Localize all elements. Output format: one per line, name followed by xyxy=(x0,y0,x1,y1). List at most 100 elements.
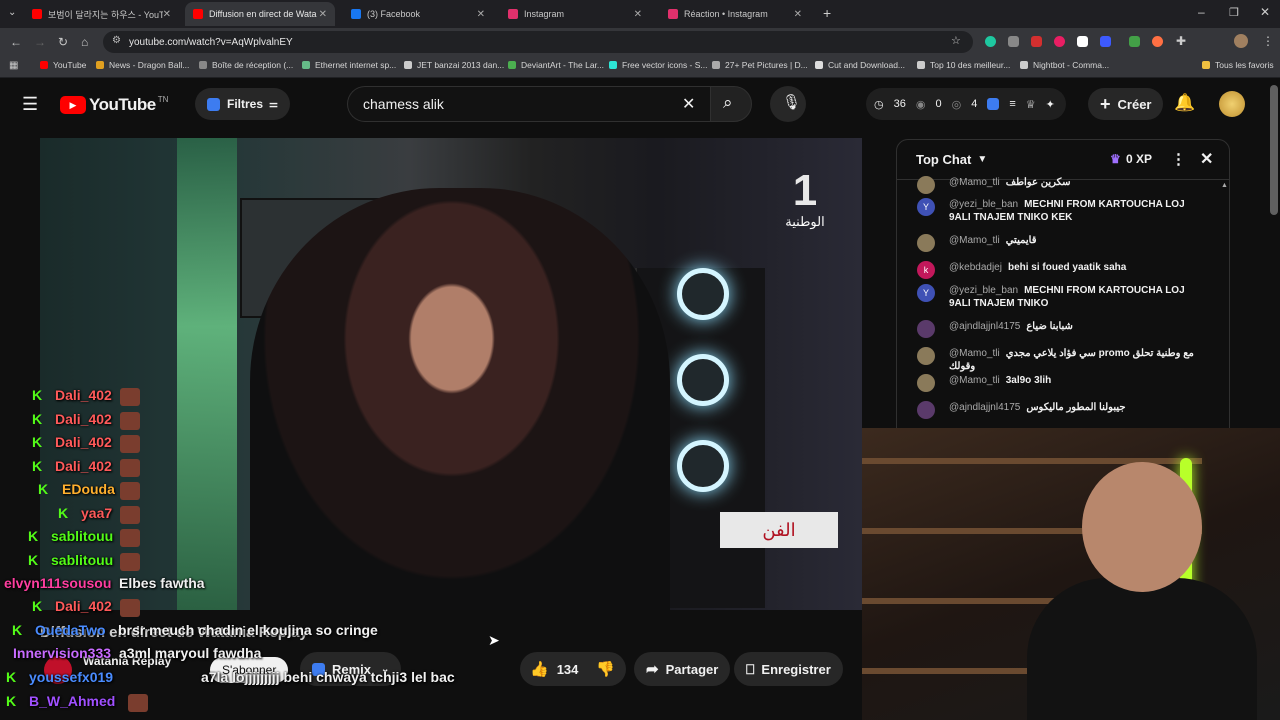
browser-tab[interactable]: Diffusion en direct de Wata ✕ xyxy=(185,2,335,26)
minimize-icon[interactable]: – xyxy=(1198,5,1205,19)
chat-author-name[interactable]: @ajndlajjnl4175 xyxy=(949,402,1020,413)
chat-author-name[interactable]: @Mamo_tli xyxy=(949,177,1000,188)
extension-icon[interactable] xyxy=(1152,36,1163,47)
chat-author-name[interactable]: @yezi_ble_ban xyxy=(949,199,1018,210)
bookmark-item[interactable]: Ethernet internet sp... xyxy=(302,60,396,70)
chat-author-avatar[interactable]: Y xyxy=(917,198,935,216)
notifications-bell-icon[interactable]: 🔔 xyxy=(1174,93,1195,113)
list-icon[interactable]: ≡ xyxy=(1009,98,1015,110)
browser-tab[interactable]: (3) Facebook ✕ xyxy=(343,2,493,26)
bookmark-label: DeviantArt - The Lar... xyxy=(521,60,604,70)
tab-close-icon[interactable]: ✕ xyxy=(477,9,485,20)
profile-avatar-icon[interactable] xyxy=(1234,34,1248,48)
extension-icon[interactable] xyxy=(1077,36,1088,47)
extension-icon[interactable] xyxy=(1100,36,1111,47)
bookmarks-bar: ▦ YouTube News - Dragon Ball... Boîte de r… xyxy=(0,56,1280,78)
chevron-down-icon[interactable]: ▼ xyxy=(977,154,987,165)
search-button[interactable]: ⌕ xyxy=(710,86,752,122)
sparkle-icon[interactable]: ✦ xyxy=(1046,98,1055,111)
extension-icon[interactable] xyxy=(985,36,996,47)
filters-label: Filtres xyxy=(227,97,264,111)
dislike-button[interactable]: 👎 xyxy=(596,660,615,678)
extension-icon[interactable] xyxy=(1054,36,1065,47)
close-chat-icon[interactable]: ✕ xyxy=(1200,149,1213,169)
bookmark-item[interactable]: JET banzai 2013 dan... xyxy=(404,60,504,70)
overlay-chat-username: OuedaTwo xyxy=(35,622,106,638)
extension-badge-icon[interactable] xyxy=(987,98,1000,110)
chat-author-avatar[interactable] xyxy=(917,234,935,252)
browser-tab[interactable]: Réaction • Instagram ✕ xyxy=(660,2,810,26)
like-dislike-group: 👍 134 👎 xyxy=(520,652,626,686)
tab-close-icon[interactable]: ✕ xyxy=(163,9,171,20)
browser-tab[interactable]: Instagram ✕ xyxy=(500,2,650,26)
chat-author-name[interactable]: @kebdadjej xyxy=(949,262,1002,273)
extensions-puzzle-icon[interactable]: ✚ xyxy=(1176,34,1186,48)
chat-author-name[interactable]: @Mamo_tli xyxy=(949,375,1000,386)
menu-hamburger-icon[interactable]: ☰ xyxy=(22,94,38,115)
save-button[interactable]: ⎕ Enregistrer xyxy=(734,652,843,686)
chat-author-avatar[interactable] xyxy=(917,374,935,392)
url-field[interactable]: ⚙ youtube.com/watch?v=AqWplvalnEY ☆ xyxy=(103,31,973,53)
search-input[interactable]: chamess alik ✕ xyxy=(347,86,710,122)
bookmark-item[interactable]: Boîte de réception (... xyxy=(199,60,293,70)
bookmark-item[interactable]: 27+ Pet Pictures | D... xyxy=(712,60,808,70)
bookmark-item[interactable]: News - Dragon Ball... xyxy=(96,60,189,70)
tab-list-icon[interactable]: ⌄ xyxy=(8,7,16,18)
chat-mode-title[interactable]: Top Chat xyxy=(916,152,971,167)
share-label: Partager xyxy=(665,661,719,677)
forward-icon[interactable]: → xyxy=(34,35,46,49)
chat-author-avatar[interactable] xyxy=(917,347,935,365)
apps-grid-icon[interactable]: ▦ xyxy=(9,60,18,71)
new-tab-button[interactable]: + xyxy=(823,5,831,21)
bookmark-item[interactable]: Top 10 des meilleur... xyxy=(917,60,1010,70)
like-button[interactable]: 👍 134 xyxy=(520,660,578,678)
share-button[interactable]: ➦ Partager xyxy=(634,652,731,686)
site-info-icon[interactable]: ⚙ xyxy=(112,35,121,46)
chat-author-name[interactable]: @Mamo_tli xyxy=(949,235,1000,246)
chat-author-avatar[interactable]: Y xyxy=(917,284,935,302)
bookmark-item[interactable]: Cut and Download... xyxy=(815,60,905,70)
filters-button[interactable]: Filtres ⚌ xyxy=(195,88,290,120)
overlay-chat-message: a7la lojjjjjjjjj behi chwaya tchji3 lel … xyxy=(201,669,455,685)
browser-menu-icon[interactable]: ⋮ xyxy=(1262,34,1274,48)
xp-counter[interactable]: 0 XP xyxy=(1126,152,1152,166)
video-player[interactable]: 1 الوطنية الفن xyxy=(40,138,862,610)
voice-search-button[interactable]: 🎙 xyxy=(770,86,806,122)
page-scrollbar[interactable] xyxy=(1270,85,1278,215)
account-avatar[interactable] xyxy=(1219,91,1245,117)
tab-close-icon[interactable]: ✕ xyxy=(319,9,327,20)
bookmark-item[interactable]: Free vector icons - S... xyxy=(609,60,708,70)
create-button[interactable]: + Créer xyxy=(1088,88,1164,120)
tab-close-icon[interactable]: ✕ xyxy=(634,9,642,20)
extension-icon[interactable] xyxy=(1031,36,1042,47)
extension-icon[interactable] xyxy=(1008,36,1019,47)
chat-author-avatar[interactable] xyxy=(917,320,935,338)
chat-author-name[interactable]: @yezi_ble_ban xyxy=(949,285,1018,296)
window-close-icon[interactable]: ✕ xyxy=(1260,5,1270,19)
home-icon[interactable]: ⌂ xyxy=(81,35,88,49)
chat-author-avatar[interactable] xyxy=(917,176,935,194)
bookmark-star-icon[interactable]: ☆ xyxy=(951,34,961,47)
browser-tab[interactable]: 보범이 달라지는 하우스 - YouT ✕ xyxy=(24,2,179,26)
back-icon[interactable]: ← xyxy=(10,35,22,49)
bookmark-item[interactable]: DeviantArt - The Lar... xyxy=(508,60,604,70)
bookmark-item[interactable]: Tous les favoris xyxy=(1202,60,1274,70)
tab-close-icon[interactable]: ✕ xyxy=(794,9,802,20)
chat-author-avatar[interactable]: k xyxy=(917,261,935,279)
chat-author-avatar[interactable] xyxy=(917,401,935,419)
reload-icon[interactable]: ↻ xyxy=(58,35,68,49)
bookmark-favicon-icon xyxy=(815,61,823,69)
bookmark-item[interactable]: YouTube xyxy=(40,60,86,70)
trophy-icon[interactable]: ♕ xyxy=(1026,98,1036,111)
youtube-logo[interactable]: ▶ YouTube TN xyxy=(60,95,168,115)
chat-author-name[interactable]: @ajndlajjnl4175 xyxy=(949,321,1020,332)
bookmark-item[interactable]: Nightbot - Comma... xyxy=(1020,60,1109,70)
restore-icon[interactable]: ❐ xyxy=(1229,6,1239,19)
more-options-icon[interactable]: ⋮ xyxy=(1171,150,1186,168)
extension-icon[interactable] xyxy=(1129,36,1140,47)
chat-author-name[interactable]: @Mamo_tli xyxy=(949,348,1000,359)
clear-search-icon[interactable]: ✕ xyxy=(682,94,695,114)
chat-scroll-up-icon[interactable]: ▲ xyxy=(1221,182,1228,189)
stat-value: 0 xyxy=(935,98,942,110)
overlay-chat-username: Dali_402 xyxy=(55,434,112,450)
